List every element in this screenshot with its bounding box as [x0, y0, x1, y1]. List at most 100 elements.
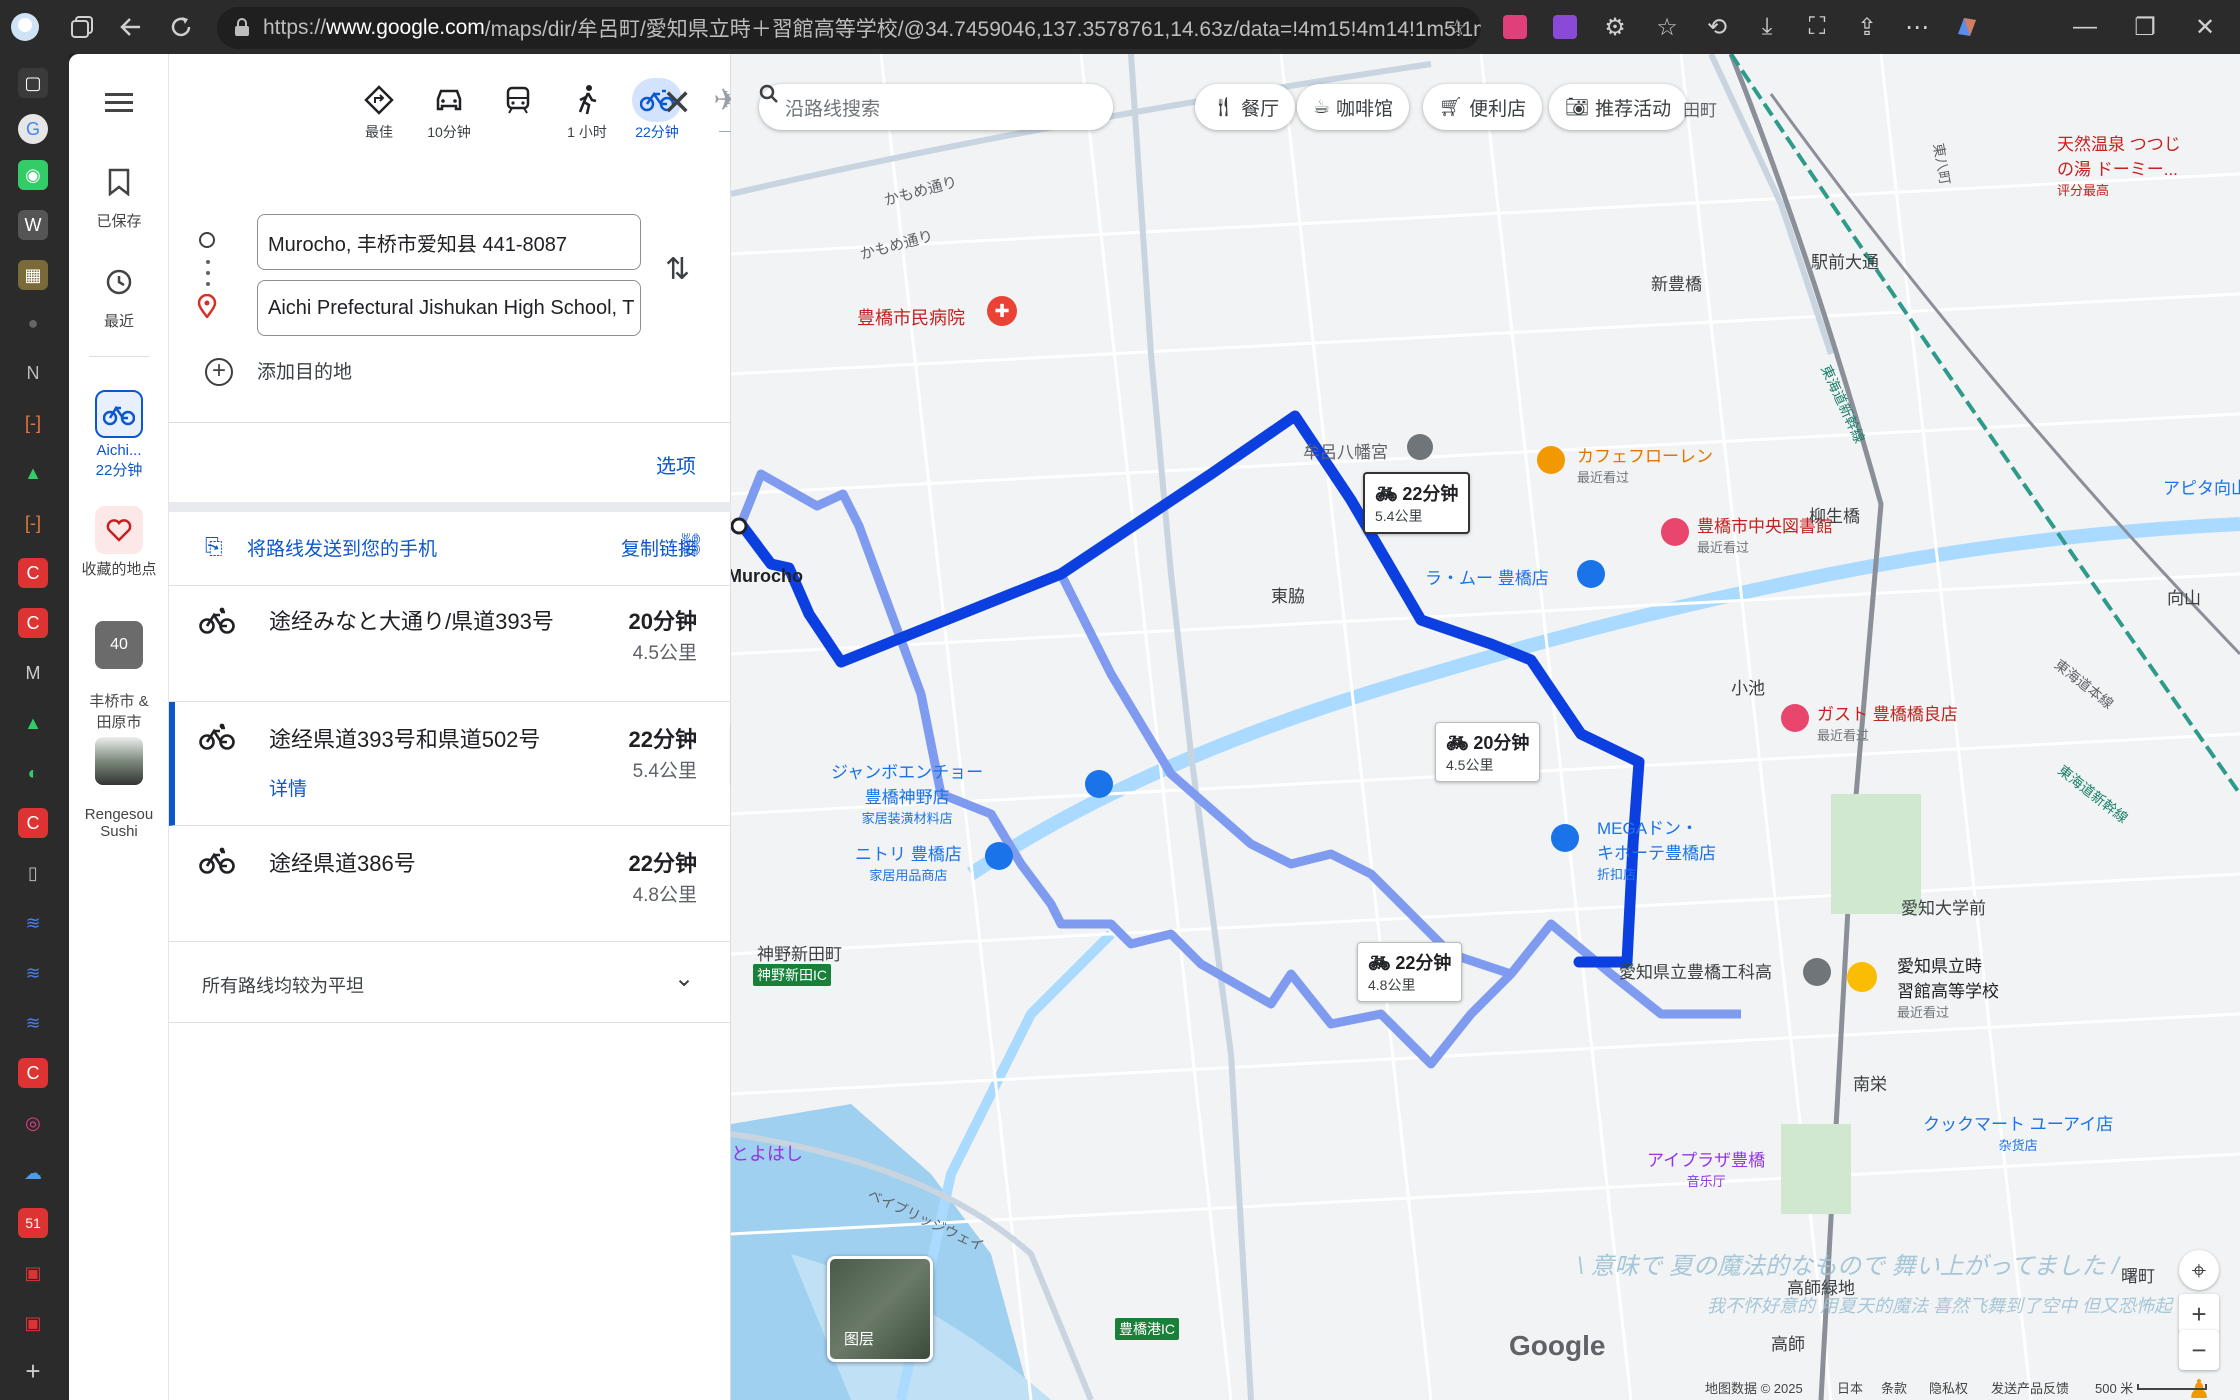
sidebar-site-icon[interactable]: ▦: [18, 260, 48, 290]
mode-walk[interactable]: 1 小时: [552, 78, 622, 142]
screenshot-icon[interactable]: ⛶: [1802, 12, 1832, 42]
map-label-nitori[interactable]: ニトリ 豊橋店 家居用品商店: [855, 840, 962, 884]
mode-transit[interactable]: [483, 78, 553, 122]
map-label-cookmart[interactable]: クックマート ユーアイ店 杂货店: [1923, 1110, 2113, 1154]
map-label-cafe[interactable]: カフェフローレン 最近看过: [1577, 442, 1713, 486]
rail-place2[interactable]: Rengesou Sushi: [69, 720, 169, 840]
more-menu-icon[interactable]: ⋯: [1902, 12, 1932, 42]
sidebar-android-icon[interactable]: ▲: [18, 458, 48, 488]
sidebar-c-icon[interactable]: C: [18, 558, 48, 588]
origin-input[interactable]: Murocho, 丰桥市爱知县 441-8087: [257, 214, 641, 270]
profile-avatar-icon[interactable]: [10, 12, 40, 42]
library-pin-icon[interactable]: [1661, 518, 1689, 546]
mode-best[interactable]: 最佳: [344, 78, 414, 142]
route-bubble-alt2[interactable]: 🚲︎ 22分钟 4.8公里: [1357, 942, 1463, 1002]
favorite-star-icon[interactable]: ☆: [1447, 15, 1467, 41]
chevron-down-icon[interactable]: ⌄: [674, 964, 694, 993]
add-destination-button[interactable]: 添加目的地: [257, 357, 352, 384]
map-label-jumbo[interactable]: ジャンボエンチョー 豊橋神野店 家居装潢材料店: [831, 758, 983, 827]
sidebar-layer-icon[interactable]: ≋: [18, 908, 48, 938]
rail-recent[interactable]: 最近: [69, 258, 169, 331]
chip-cafe[interactable]: ☕︎ 咖啡馆: [1297, 84, 1410, 130]
copy-link-button[interactable]: 复制链接: [621, 534, 697, 561]
sidebar-layer3-icon[interactable]: ≋: [18, 1008, 48, 1038]
footer-scale[interactable]: 500 米: [2095, 1378, 2133, 1397]
extension-office-icon[interactable]: [1550, 12, 1580, 42]
destination-input[interactable]: Aichi Prefectural Jishukan High School, …: [257, 280, 641, 336]
rail-saved[interactable]: 已保存: [69, 158, 169, 231]
map-label-apita[interactable]: アピタ向山店: [2163, 474, 2240, 499]
footer-feedback[interactable]: 发送产品反馈: [1991, 1378, 2069, 1397]
zoom-in-button[interactable]: +: [2179, 1294, 2219, 1334]
sidebar-51-icon[interactable]: 51: [18, 1208, 48, 1238]
footer-japan[interactable]: 日本: [1837, 1378, 1863, 1397]
school-pin-icon[interactable]: [1803, 958, 1831, 986]
route-details-link[interactable]: 详情: [269, 774, 307, 801]
my-location-icon[interactable]: ⌖: [2179, 1250, 2219, 1290]
sidebar-c4-icon[interactable]: C: [18, 1058, 48, 1088]
route-option-1[interactable]: 途经みなと大通り/県道393号 20分钟 4.5公里: [169, 586, 731, 702]
layers-button[interactable]: 图层: [827, 1256, 933, 1362]
sidebar-red2-icon[interactable]: ▣: [18, 1308, 48, 1338]
sidebar-circle-icon[interactable]: ◎: [18, 1108, 48, 1138]
sidebar-tab-icon[interactable]: ▢: [18, 68, 48, 98]
sidebar-android2-icon[interactable]: ▲: [18, 708, 48, 738]
favorites-icon[interactable]: ☆: [1652, 12, 1682, 42]
maximize-icon[interactable]: ❐: [2130, 12, 2160, 42]
map-search-input[interactable]: 沿路线搜索: [759, 84, 1113, 130]
hospital-icon[interactable]: ✚: [987, 296, 1017, 326]
extension-translate-icon[interactable]: [1500, 12, 1530, 42]
shop-pin-icon[interactable]: [985, 842, 1013, 870]
map-label-hospital[interactable]: 豊橋市民病院: [857, 304, 965, 330]
route-option-3[interactable]: 途经県道386号 22分钟 4.8公里: [169, 826, 731, 942]
map-label-ramu[interactable]: ラ・ムー 豊橋店: [1425, 564, 1549, 589]
sidebar-n-icon[interactable]: N: [18, 358, 48, 388]
map-label-aipraza[interactable]: アイプラザ豊橋 音乐厅: [1647, 1146, 1765, 1190]
send-to-phone-button[interactable]: 将路线发送到您的手机: [247, 534, 437, 561]
map-canvas[interactable]: 沿路线搜索 🍴︎ 餐厅 ☕︎ 咖啡馆 🛒︎ 便利店 📷︎ 推荐活动 田町 かもめ通り か…: [731, 54, 2240, 1400]
history-icon[interactable]: ⟲: [1702, 12, 1732, 42]
options-button[interactable]: 选项: [656, 450, 696, 479]
sidebar-m-icon[interactable]: M: [18, 658, 48, 688]
shop-pin-icon[interactable]: [1085, 770, 1113, 798]
sidebar-c2-icon[interactable]: C: [18, 608, 48, 638]
share-icon[interactable]: ⇪: [1852, 12, 1882, 42]
store-pin-icon[interactable]: [1577, 560, 1605, 588]
cafe-pin-icon[interactable]: [1537, 446, 1565, 474]
swap-waypoints-icon[interactable]: ⇅: [665, 252, 690, 287]
sidebar-wiki-icon[interactable]: W: [18, 210, 48, 240]
map-label-hachimangu[interactable]: 牟呂八幡宮: [1303, 438, 1388, 463]
discount-pin-icon[interactable]: [1551, 824, 1579, 852]
map-label-gusto[interactable]: ガスト 豊橋橋良店 最近看过: [1817, 700, 1958, 744]
sidebar-maps-icon[interactable]: ◉: [18, 160, 48, 190]
download-icon[interactable]: ⤓: [1752, 12, 1782, 42]
extensions-puzzle-icon[interactable]: ⚙: [1600, 12, 1630, 42]
route-option-2[interactable]: 途经県道393号和県道502号 22分钟 5.4公里 详情: [169, 702, 731, 826]
shrine-icon[interactable]: [1407, 434, 1433, 460]
sidebar-bracket-icon[interactable]: [-]: [18, 408, 48, 438]
add-destination-icon[interactable]: +: [205, 358, 233, 386]
map-label-kogyo[interactable]: 愛知県立豊橋工科高: [1619, 958, 1772, 983]
map-label-jishukan[interactable]: 愛知県立時 習館高等学校 最近看过: [1897, 952, 1999, 1021]
restaurant-pin-icon[interactable]: [1781, 704, 1809, 732]
sidebar-bracket2-icon[interactable]: [-]: [18, 508, 48, 538]
chip-restaurants[interactable]: 🍴︎ 餐厅: [1195, 84, 1296, 130]
copilot-icon[interactable]: [1952, 12, 1982, 42]
close-directions-icon[interactable]: ✕: [662, 82, 692, 124]
footer-terms[interactable]: 条款: [1881, 1378, 1907, 1397]
sidebar-doc-icon[interactable]: ▯: [18, 858, 48, 888]
route-bubble-alt1[interactable]: 🚲︎ 20分钟 4.5公里: [1435, 722, 1541, 782]
footer-privacy[interactable]: 隐私权: [1929, 1378, 1968, 1397]
back-arrow-icon[interactable]: [116, 12, 146, 42]
refresh-icon[interactable]: [166, 12, 196, 42]
menu-button[interactable]: [69, 78, 169, 130]
map-label-murocho[interactable]: Murocho: [731, 566, 803, 587]
map-label-mega[interactable]: MEGAドン・ キホーテ豊橋店 折扣店: [1597, 814, 1716, 883]
sidebar-layer2-icon[interactable]: ≋: [18, 958, 48, 988]
route-bubble-selected[interactable]: 🚲︎ 22分钟 5.4公里: [1363, 472, 1471, 534]
chip-convenience[interactable]: 🛒︎ 便利店: [1423, 84, 1543, 130]
sidebar-c3-icon[interactable]: C: [18, 808, 48, 838]
address-bar[interactable]: https://www.google.com/maps/dir/牟呂町/愛知県立…: [217, 7, 1481, 49]
sidebar-moon-icon[interactable]: ◐: [18, 758, 48, 788]
sidebar-add-icon[interactable]: +: [18, 1356, 48, 1386]
